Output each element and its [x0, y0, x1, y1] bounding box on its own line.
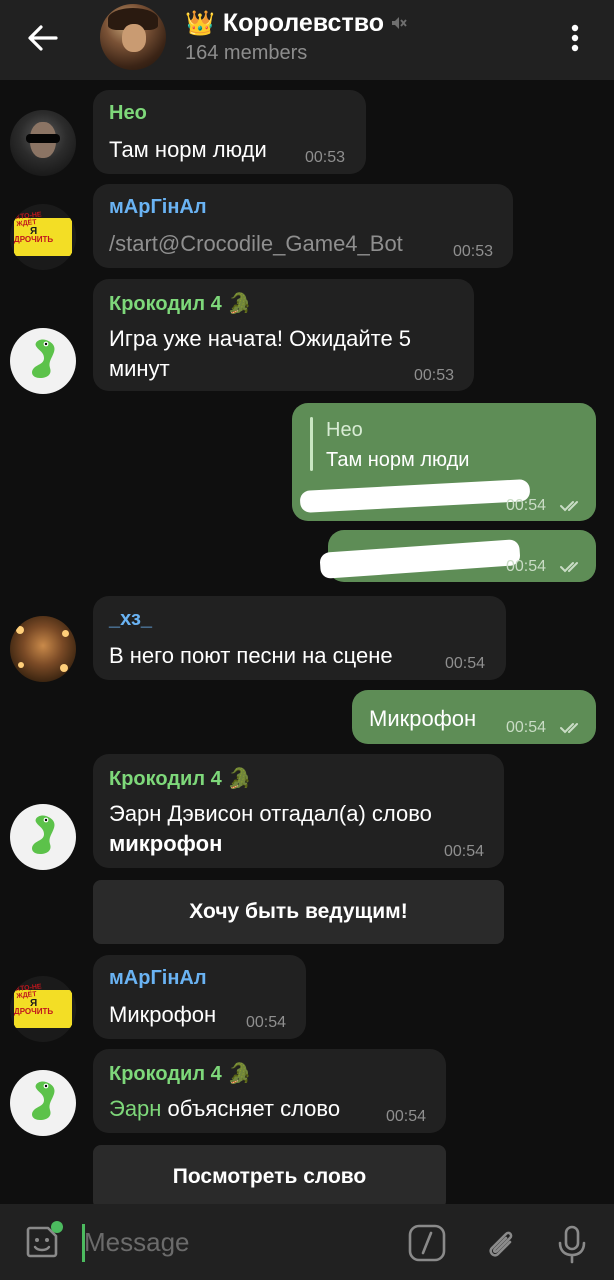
message-composer: [0, 1204, 614, 1280]
message-time: 00:54: [444, 843, 485, 860]
sender-name: Крокодил 4 🐊: [109, 293, 253, 315]
inline-keyboard-button[interactable]: Посмотреть слово: [93, 1145, 446, 1209]
redaction-scribble: [299, 478, 531, 514]
avatar-sign-text: ДРОЧИТЬ: [14, 1007, 54, 1016]
sender-name: Нео: [109, 102, 147, 124]
message-bubble-outgoing[interactable]: Нео Там норм люди 00:54: [292, 403, 596, 521]
message-input[interactable]: [84, 1222, 384, 1262]
avatar-dog[interactable]: [10, 616, 76, 682]
reply-text: Там норм люди: [326, 449, 470, 471]
message-bubble-outgoing[interactable]: 00:54: [319, 530, 596, 582]
message-time: 00:54: [506, 497, 547, 514]
microphone-icon[interactable]: [556, 1224, 588, 1264]
back-button[interactable]: [22, 20, 62, 56]
double-check-icon: [560, 501, 578, 512]
notification-dot: [51, 1221, 63, 1233]
avatar-marginal[interactable]: КТО-НЕ ЖДЁТ Я ДРОЧИТЬ: [10, 976, 76, 1042]
message-bubble[interactable]: мАрГінАл /start@Crocodile_Game4_Bot 00:5…: [93, 184, 513, 268]
message-text: Там норм люди: [109, 137, 267, 162]
avatar-sign-text: ДРОЧИТЬ: [14, 235, 54, 244]
message-bubble[interactable]: Нео Там норм люди 00:53: [93, 90, 366, 174]
double-check-icon: [560, 562, 578, 573]
muted-speaker-icon: [392, 17, 407, 29]
avatar-crocodile[interactable]: [10, 804, 76, 870]
message-bubble-outgoing[interactable]: Микрофон 00:54: [352, 690, 596, 744]
avatar-crocodile[interactable]: [10, 1070, 76, 1136]
message-bubble[interactable]: Крокодил 4 🐊 Эарн Дэвисон отгадал(а) сло…: [93, 754, 504, 868]
crown-emoji: 👑: [185, 9, 215, 37]
redaction-scribble: [319, 539, 521, 579]
reply-bar: [310, 417, 313, 471]
avatar-neo[interactable]: [10, 110, 76, 176]
message-text-line: Игра уже начата! Ожидайте 5: [109, 326, 412, 351]
sender-name: _хз_: [109, 608, 153, 630]
chat-avatar[interactable]: [100, 4, 166, 70]
message-text: Микрофон: [369, 706, 477, 731]
slash-command-icon[interactable]: [408, 1224, 446, 1262]
member-count: 164 members: [185, 42, 308, 64]
message-time: 00:54: [386, 1108, 427, 1125]
inline-keyboard-button[interactable]: Хочу быть ведущим!: [93, 880, 504, 944]
double-check-icon: [560, 723, 578, 734]
message-time: 00:53: [305, 149, 346, 166]
chat-header: 👑 Королевство 164 members: [0, 0, 614, 80]
message-text-bold: микрофон: [109, 831, 223, 856]
more-vertical-icon: [571, 24, 579, 52]
user-mention-link[interactable]: Эарн: [109, 1096, 161, 1121]
arrow-left-icon: [28, 25, 58, 51]
message-time: 00:54: [506, 558, 547, 575]
sender-name: Крокодил 4 🐊: [109, 1063, 253, 1085]
message-time: 00:54: [445, 655, 486, 672]
message-bubble[interactable]: мАрГінАл Микрофон 00:54: [93, 955, 306, 1039]
avatar-marginal[interactable]: КТО-НЕ ЖДЁТ Я ДРОЧИТЬ: [10, 204, 76, 270]
message-time: 00:53: [453, 243, 494, 260]
sender-name: Крокодил 4 🐊: [109, 768, 253, 790]
message-time: 00:54: [506, 719, 547, 736]
message-text: Микрофон: [109, 1002, 217, 1027]
reply-sender: Нео: [326, 419, 363, 441]
message-text-line: минут: [109, 356, 170, 381]
message-bubble[interactable]: Крокодил 4 🐊 Игра уже начата! Ожидайте 5…: [93, 279, 474, 391]
sender-name: мАрГінАл: [109, 196, 207, 218]
message-text-line: Эарн Дэвисон отгадал(а) слово: [109, 801, 432, 826]
command-text[interactable]: /start@Crocodile_Game4_Bot: [109, 228, 403, 259]
avatar-crocodile[interactable]: [10, 328, 76, 394]
message-time: 00:54: [246, 1014, 287, 1031]
message-text: В него поют песни на сцене: [109, 643, 393, 668]
sender-name: мАрГінАл: [109, 967, 207, 989]
more-menu-button[interactable]: [560, 20, 590, 56]
message-text: объясняет слово: [161, 1096, 341, 1121]
paperclip-icon[interactable]: [484, 1224, 518, 1264]
chat-title: Королевство: [222, 8, 384, 37]
message-text-row: Эарн объясняет слово: [109, 1093, 340, 1124]
message-bubble[interactable]: _хз_ В него поют песни на сцене 00:54: [93, 596, 506, 680]
message-time: 00:53: [414, 367, 455, 384]
chat-title-row[interactable]: 👑 Королевство: [185, 6, 408, 40]
message-bubble[interactable]: Крокодил 4 🐊 Эарн объясняет слово 00:54: [93, 1049, 446, 1133]
